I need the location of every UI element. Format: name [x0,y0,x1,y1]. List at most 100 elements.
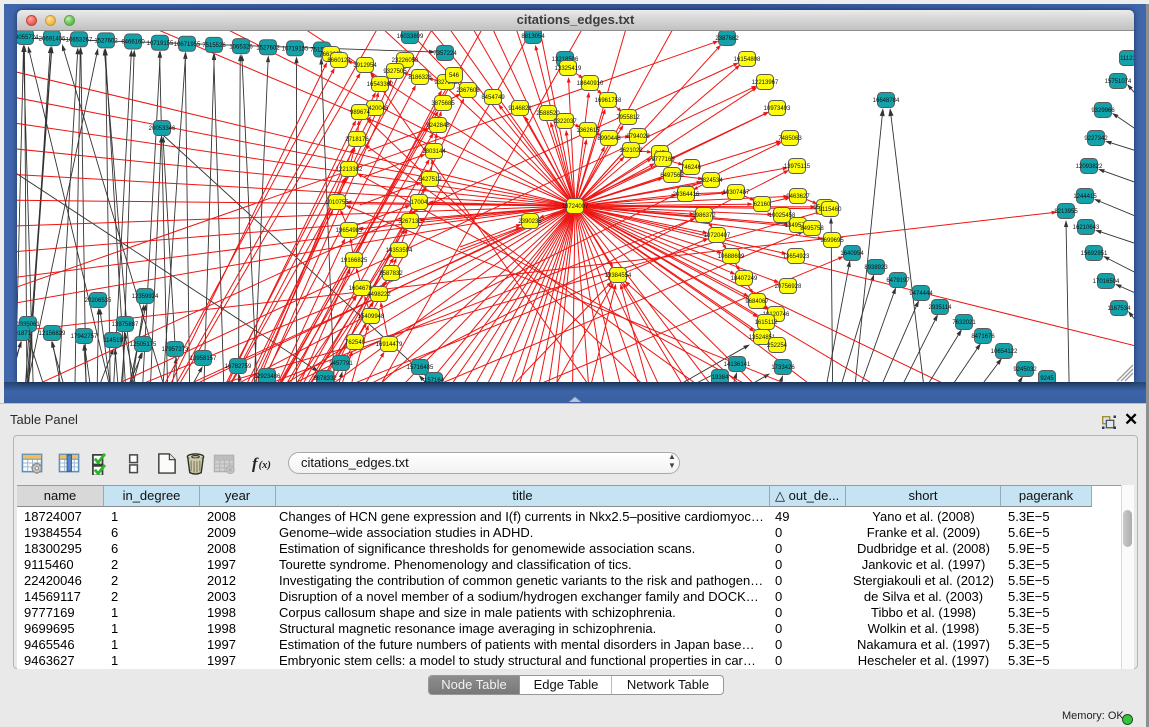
svg-text:6466160: 6466160 [121,40,145,46]
svg-text:2718176: 2718176 [345,137,369,143]
svg-text:10719155: 10719155 [282,47,309,53]
svg-text:16782759: 16782759 [225,364,252,370]
svg-text:62160: 62160 [754,202,771,208]
svg-text:1167534: 1167534 [1108,306,1132,312]
svg-text:2367608: 2367608 [456,88,480,94]
svg-text:2387682: 2387682 [715,36,739,42]
svg-text:16154808: 16154808 [734,57,761,63]
svg-text:3912954: 3912954 [353,63,377,69]
svg-text:6479197: 6479197 [886,278,910,284]
svg-text:3875685: 3875685 [431,101,455,107]
svg-text:6794028: 6794028 [626,134,650,140]
svg-text:8454749: 8454749 [481,95,505,101]
svg-text:16033809: 16033809 [397,34,424,40]
svg-text:13975115: 13975115 [784,164,811,170]
svg-text:8990448: 8990448 [597,136,621,142]
svg-text:11121: 11121 [1120,56,1134,62]
svg-text:15716485: 15716485 [407,365,434,371]
svg-text:7955812: 7955812 [616,115,640,121]
svg-text:9245: 9245 [1040,376,1054,382]
svg-text:10688609: 10688609 [718,254,745,260]
svg-text:1322037: 1322037 [553,119,577,125]
svg-text:8660124: 8660124 [327,58,351,64]
svg-text:7357224: 7357224 [433,51,457,57]
svg-text:8471676: 8471676 [971,334,995,340]
svg-text:19384: 19384 [712,375,729,381]
svg-text:16648784: 16648784 [873,98,900,104]
svg-text:20691406: 20691406 [39,36,66,42]
svg-text:9463627: 9463627 [786,194,810,200]
svg-text:18640910: 18640910 [577,81,604,87]
svg-text:546: 546 [449,73,460,79]
svg-text:9242848: 9242848 [426,123,450,129]
svg-text:2986372: 2986372 [692,213,716,219]
svg-text:13325419: 13325419 [555,66,582,72]
svg-text:9245032: 9245032 [1013,367,1037,373]
svg-text:10654122: 10654122 [991,349,1018,355]
svg-text:10719155: 10719155 [147,41,174,47]
svg-text:1640954: 1640954 [840,251,864,257]
svg-text:1527602: 1527602 [256,45,280,51]
svg-text:14136141: 14136141 [724,362,751,368]
svg-text:1733426: 1733426 [771,365,795,371]
svg-text:9699695: 9699695 [820,238,844,244]
svg-text:15409948: 15409948 [358,314,385,320]
svg-text:9327505: 9327505 [383,69,407,75]
svg-text:14055724: 14055724 [17,35,39,41]
svg-text:16543362: 16543362 [367,82,394,88]
svg-text:(x): (x) [259,460,271,471]
svg-text:252254: 252254 [767,343,788,349]
svg-text:1527602: 1527602 [94,39,118,45]
svg-text:4498222: 4498222 [367,292,391,298]
svg-text:7632021: 7632021 [952,320,976,326]
svg-text:19654985: 19654985 [336,228,363,234]
svg-text:1615112: 1615112 [755,320,779,326]
svg-text:20053346: 20053346 [149,126,176,132]
svg-text:8587832: 8587832 [379,271,403,277]
svg-text:8213955: 8213955 [1054,209,1078,215]
svg-text:12156829: 12156829 [39,331,66,337]
svg-text:746246: 746246 [681,165,702,171]
svg-text:10973493: 10973493 [764,106,791,112]
svg-text:19384554: 19384554 [605,273,632,279]
svg-text:12923486: 12923486 [254,374,281,380]
svg-text:3267130: 3267130 [398,219,422,225]
svg-text:8427512: 8427512 [418,177,442,183]
svg-text:6497568: 6497568 [660,173,684,179]
svg-text:8938923: 8938923 [864,265,888,271]
svg-text:8878332: 8878332 [313,376,337,382]
svg-text:7485063: 7485063 [778,136,802,142]
svg-text:13654923: 13654923 [783,254,810,260]
svg-text:15751074: 15751074 [1105,79,1132,85]
svg-text:12213967: 12213967 [752,80,779,86]
svg-text:17016504: 17016504 [1093,279,1120,285]
svg-text:1065326: 1065326 [229,44,253,50]
svg-text:16961758: 16961758 [595,98,622,104]
svg-text:12213382: 12213382 [336,167,363,173]
svg-text:18407249: 18407249 [731,276,758,282]
svg-text:20756928: 20756928 [775,284,802,290]
svg-text:16914479: 16914479 [376,342,403,348]
svg-text:9474444: 9474444 [909,291,933,297]
svg-text:17942757: 17942757 [71,334,98,340]
svg-text:9777169: 9777169 [651,157,675,163]
svg-text:12505175: 12505175 [130,342,157,348]
svg-text:8495758: 8495758 [800,226,824,232]
svg-text:1244415: 1244415 [1073,194,1097,200]
svg-text:10958157: 10958157 [190,356,217,362]
svg-text:18724007: 18724007 [562,204,589,210]
svg-text:1362615: 1362615 [576,128,600,134]
svg-text:157164: 157164 [424,378,445,382]
svg-text:114519: 114519 [103,338,123,344]
svg-text:1010755: 1010755 [325,200,349,206]
svg-text:9684067: 9684067 [745,299,769,305]
svg-text:20206535: 20206535 [85,298,112,304]
svg-text:12359924: 12359924 [132,294,159,300]
svg-text:2935114: 2935114 [929,305,953,311]
svg-text:10720407: 10720407 [704,233,731,239]
svg-text:3824534: 3824534 [699,178,723,184]
svg-text:1621022: 1621022 [619,148,643,154]
svg-text:15692951: 15692951 [1081,251,1108,257]
svg-text:762540: 762540 [345,340,366,346]
svg-text:17004: 17004 [411,200,428,206]
